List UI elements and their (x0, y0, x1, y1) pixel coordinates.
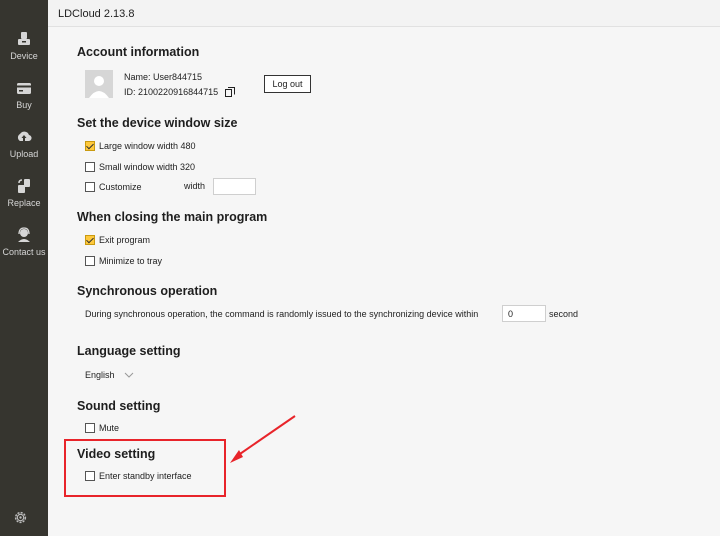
wallet-icon (17, 83, 31, 94)
chevron-down-icon (124, 372, 133, 378)
sidebar-item-label: Replace (7, 198, 41, 208)
title-bar: LDCloud 2.13.8 (48, 0, 720, 27)
avatar (85, 70, 113, 98)
avatar-icon (89, 76, 109, 98)
gear-icon[interactable] (13, 510, 28, 525)
upload-icon (17, 131, 32, 142)
language-selected-value: English (85, 370, 115, 380)
user-id-line: ID: 2100220916844715 (124, 87, 218, 97)
sync-seconds-input[interactable]: 0 (502, 305, 546, 322)
sync-unit-label: second (549, 309, 579, 319)
sound-section-title: Sound setting (77, 399, 161, 413)
sidebar-item-replace[interactable]: Replace (0, 178, 48, 208)
id-value: 2100220916844715 (138, 87, 219, 97)
headset-icon (18, 227, 30, 242)
width-label: width (184, 181, 206, 191)
account-section-title: Account information (77, 45, 200, 59)
sidebar-item-label: Device (10, 51, 38, 61)
exit-program-option[interactable]: Exit program (85, 233, 150, 247)
name-label: Name: (124, 72, 151, 82)
sidebar-item-label: Contact us (2, 247, 46, 257)
large-window-option[interactable]: Large window width 480 (85, 139, 196, 153)
language-select[interactable]: English (85, 370, 134, 380)
small-window-label: Small window width 320 (99, 162, 196, 172)
id-label: ID: (124, 87, 136, 97)
mute-checkbox[interactable] (85, 423, 95, 433)
copy-icon[interactable] (225, 87, 235, 97)
app-title: LDCloud 2.13.8 (58, 8, 135, 20)
annotation-highlight-box (64, 439, 226, 497)
device-icon (18, 32, 30, 45)
small-window-checkbox[interactable] (85, 162, 95, 172)
settings-panel: Account information Name: User844715 ID:… (48, 27, 720, 536)
window-size-section-title: Set the device window size (77, 116, 238, 130)
language-section-title: Language setting (77, 344, 181, 358)
customize-checkbox[interactable] (85, 182, 95, 192)
customize-label: Customize (99, 182, 142, 192)
sync-section-title: Synchronous operation (77, 284, 218, 298)
exit-program-label: Exit program (99, 235, 151, 245)
user-name-line: Name: User844715 (124, 72, 202, 82)
sidebar-item-label: Buy (16, 100, 32, 110)
minimize-tray-checkbox[interactable] (85, 256, 95, 266)
replace-icon (18, 179, 30, 193)
mute-option[interactable]: Mute (85, 421, 119, 435)
custom-width-input[interactable] (213, 178, 256, 195)
closing-section-title: When closing the main program (77, 210, 268, 224)
minimize-tray-option[interactable]: Minimize to tray (85, 254, 162, 268)
exit-program-checkbox[interactable] (85, 235, 95, 245)
minimize-tray-label: Minimize to tray (99, 256, 163, 266)
logout-button[interactable]: Log out (264, 75, 311, 93)
small-window-option[interactable]: Small window width 320 (85, 160, 195, 174)
sidebar-item-device[interactable]: Device (0, 31, 48, 61)
mute-label: Mute (99, 423, 120, 433)
name-value: User844715 (153, 72, 203, 82)
large-window-label: Large window width 480 (99, 141, 196, 151)
sidebar-item-label: Upload (9, 149, 39, 159)
sync-description: During synchronous operation, the comman… (85, 309, 479, 319)
sidebar-item-buy[interactable]: Buy (0, 80, 48, 110)
large-window-checkbox[interactable] (85, 141, 95, 151)
sidebar: Device Buy Upload Replace Contact us (0, 0, 48, 536)
sidebar-item-contact[interactable]: Contact us (0, 227, 48, 257)
customize-option[interactable]: Customize (85, 180, 142, 194)
sidebar-item-upload[interactable]: Upload (0, 129, 48, 159)
